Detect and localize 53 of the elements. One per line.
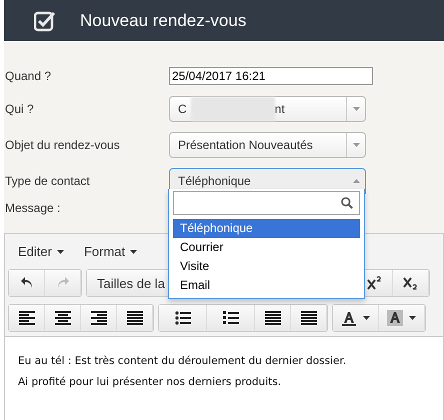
highlight-color-icon bbox=[387, 310, 403, 326]
message-paragraph: Eu au tél : Est très content du déroulement du dernier dossier. bbox=[18, 355, 348, 367]
highlight-color-button[interactable] bbox=[379, 305, 425, 331]
align-right-button[interactable] bbox=[81, 305, 117, 331]
undo-icon bbox=[20, 276, 34, 290]
numbered-list-button[interactable] bbox=[207, 305, 255, 331]
caret-down-icon bbox=[409, 316, 416, 320]
dropdown-option[interactable]: Email bbox=[173, 276, 360, 295]
search-icon bbox=[341, 197, 353, 209]
align-left-icon bbox=[18, 311, 34, 325]
superscript-icon bbox=[366, 276, 382, 290]
caret-down-icon bbox=[130, 250, 138, 254]
date-field[interactable]: 25/04/2017 16:21 bbox=[169, 67, 373, 85]
checkbox-icon bbox=[34, 10, 56, 32]
justify-button[interactable] bbox=[117, 305, 153, 331]
select-field[interactable]: Présentation Nouveautés bbox=[169, 132, 366, 158]
window-title: Nouveau rendez-vous bbox=[80, 10, 246, 30]
align-right-icon bbox=[90, 311, 106, 325]
caret-down-icon bbox=[56, 250, 64, 254]
caret-down-icon bbox=[363, 316, 370, 320]
caret-down-icon bbox=[352, 143, 360, 147]
menu-button[interactable]: Format bbox=[84, 244, 138, 259]
align-center-icon bbox=[54, 311, 70, 325]
field-label: Objet du rendez-vous bbox=[5, 138, 121, 152]
field-label: Quand ? bbox=[5, 69, 52, 83]
field-label: Qui ? bbox=[5, 102, 35, 116]
numbered-list-icon bbox=[222, 311, 238, 325]
menu-button[interactable]: Editer bbox=[18, 244, 64, 259]
subscript-button[interactable] bbox=[393, 270, 429, 296]
align-left-button[interactable] bbox=[9, 305, 45, 331]
search-field[interactable] bbox=[173, 191, 360, 215]
undo-button[interactable] bbox=[9, 270, 45, 296]
caret-up-icon bbox=[352, 179, 360, 183]
bullet-list-button[interactable] bbox=[159, 305, 207, 331]
text-color-icon bbox=[341, 310, 357, 326]
subscript-icon bbox=[402, 276, 418, 290]
dropdown-option[interactable]: Téléphonique bbox=[173, 219, 360, 238]
caret-down-icon bbox=[352, 107, 360, 111]
indent-icon bbox=[300, 311, 316, 325]
text-color-button[interactable] bbox=[333, 305, 379, 331]
bullet-list-icon bbox=[174, 311, 190, 325]
redo-icon bbox=[56, 276, 70, 290]
field-label: Message : bbox=[5, 201, 62, 215]
dropdown-option[interactable]: Visite bbox=[173, 257, 360, 276]
field-label: Type de contact bbox=[5, 174, 91, 188]
dropdown-option[interactable]: Courrier bbox=[173, 238, 360, 257]
indent-button[interactable] bbox=[291, 305, 327, 331]
outdent-button[interactable] bbox=[255, 305, 291, 331]
justify-icon bbox=[126, 311, 142, 325]
outdent-icon bbox=[264, 311, 280, 325]
align-center-button[interactable] bbox=[45, 305, 81, 331]
select-field[interactable]: C nt bbox=[169, 96, 366, 122]
message-paragraph: Ai profité pour lui présenter nos derniers produits. bbox=[18, 376, 282, 388]
